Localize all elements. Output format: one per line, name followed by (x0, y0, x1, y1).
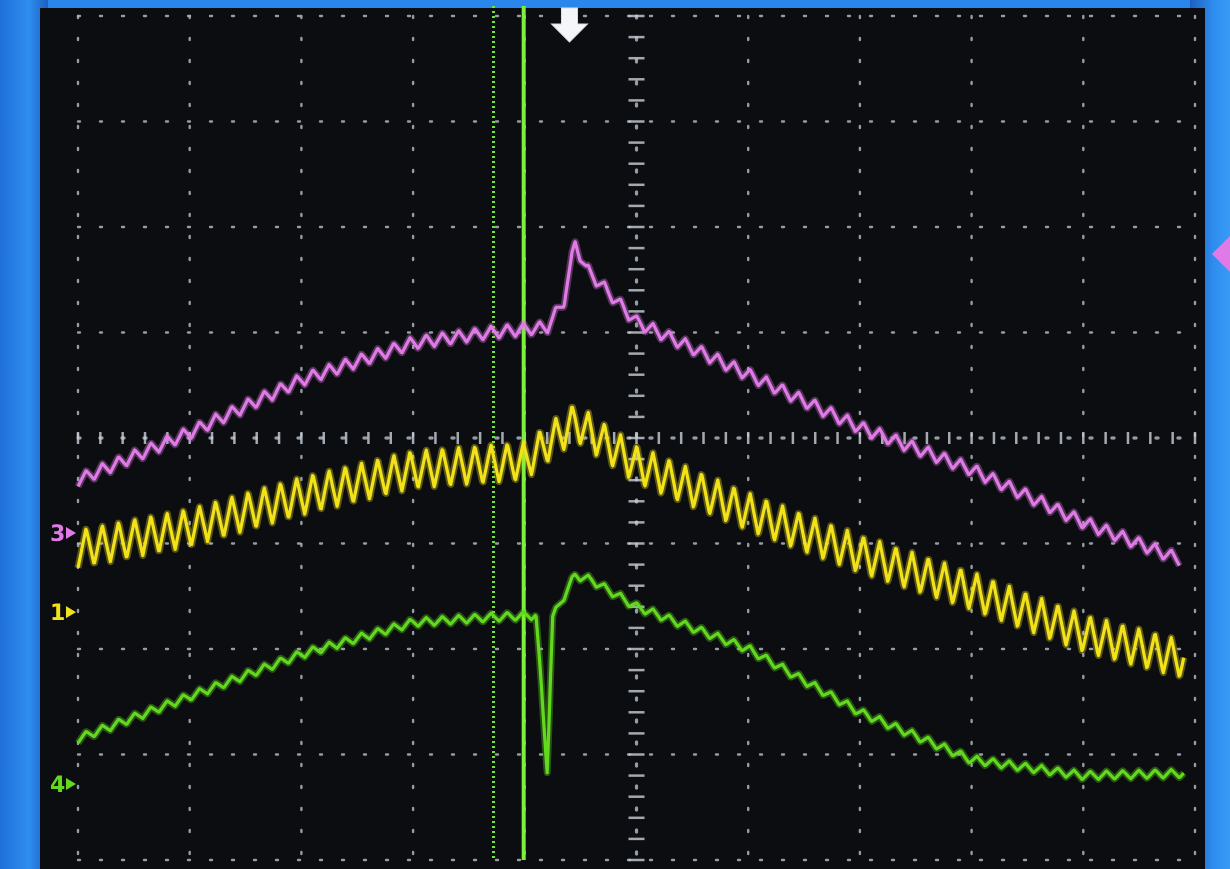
channel-3-ground-label: 3 (50, 522, 65, 547)
oscilloscope-screen: 3 1 4 (40, 6, 1230, 869)
channel-4-ground-label: 4 (50, 773, 65, 798)
status-strip (80, 856, 1160, 869)
ch3-offset-marker-icon (1212, 236, 1230, 272)
channel-1-ground-label: 1 (50, 601, 65, 626)
